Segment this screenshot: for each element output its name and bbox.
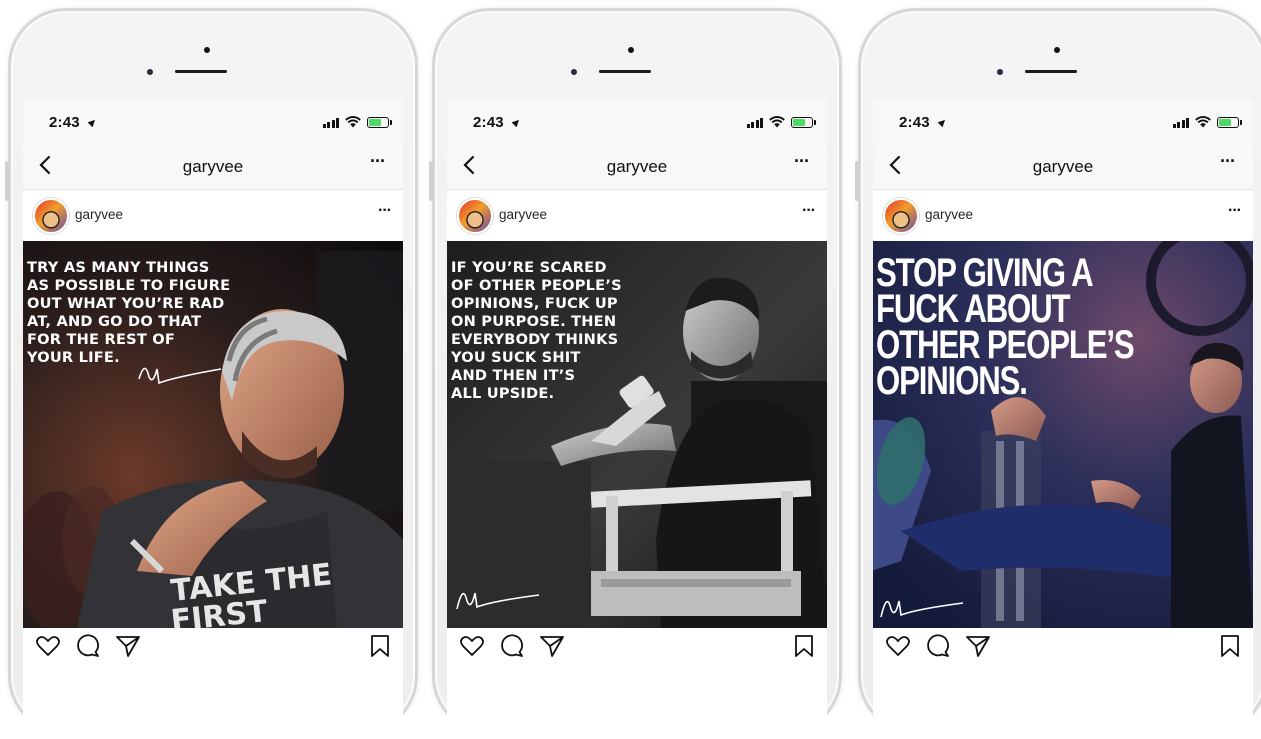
front-camera xyxy=(204,47,210,53)
battery-charging-icon xyxy=(367,116,392,128)
post-actions-bar xyxy=(23,629,403,673)
post-actions-bar xyxy=(447,629,827,673)
comment-icon[interactable] xyxy=(75,633,101,659)
post-header: garyvee ··· xyxy=(447,190,827,241)
avatar[interactable] xyxy=(457,198,493,234)
post-image[interactable]: STOP GIVING A FUCK ABOUT OTHER PEOPLE’S … xyxy=(873,241,1253,628)
proximity-sensor xyxy=(571,69,577,75)
comment-icon[interactable] xyxy=(925,633,951,659)
status-bar: 2:43 ▲ xyxy=(447,99,827,145)
navigation-bar: garyvee ··· xyxy=(873,145,1253,190)
earpiece-speaker xyxy=(599,70,651,73)
cellular-signal-icon xyxy=(1172,117,1189,128)
earpiece-speaker xyxy=(1025,70,1077,73)
status-time: 2:43 xyxy=(899,114,930,131)
earpiece-speaker xyxy=(175,70,227,73)
phone-screen: 2:43 ▲ garyvee ··· garyvee ··· xyxy=(873,99,1253,739)
comment-icon[interactable] xyxy=(499,633,525,659)
side-button xyxy=(429,161,433,201)
post-username[interactable]: garyvee xyxy=(75,207,123,222)
status-time: 2:43 xyxy=(473,114,504,131)
more-horizontal-icon[interactable]: ··· xyxy=(1220,151,1236,172)
paper-plane-icon[interactable] xyxy=(965,633,991,659)
bookmark-icon[interactable] xyxy=(369,633,391,659)
post-actions-bar xyxy=(873,629,1253,673)
status-bar: 2:43 ▲ xyxy=(873,99,1253,145)
wifi-icon xyxy=(345,116,361,128)
battery-charging-icon xyxy=(1217,116,1242,128)
wifi-icon xyxy=(1195,116,1211,128)
more-horizontal-icon[interactable]: ··· xyxy=(378,202,392,220)
more-horizontal-icon[interactable]: ··· xyxy=(794,151,810,172)
post-caption: STOP GIVING A FUCK ABOUT OTHER PEOPLE’S … xyxy=(876,251,1135,403)
avatar[interactable] xyxy=(33,198,69,234)
battery-charging-icon xyxy=(791,116,816,128)
more-horizontal-icon[interactable]: ··· xyxy=(802,202,816,220)
avatar[interactable] xyxy=(883,198,919,234)
front-camera xyxy=(628,47,634,53)
navigation-bar: garyvee ··· xyxy=(447,145,827,190)
proximity-sensor xyxy=(147,69,153,75)
phone-mockup-2: 2:43 ▲ garyvee ··· garyvee ··· IF YOU’RE… xyxy=(429,8,842,739)
nav-title: garyvee xyxy=(1032,157,1094,176)
wifi-icon xyxy=(769,116,785,128)
phone-mockup-3: 2:43 ▲ garyvee ··· garyvee ··· STOP GIVI… xyxy=(855,8,1261,739)
location-arrow-icon: ▲ xyxy=(933,112,953,132)
status-time: 2:43 xyxy=(49,114,80,131)
phone-screen: 2:43 ▲ garyvee ··· garyvee ··· xyxy=(23,99,403,739)
cellular-signal-icon xyxy=(322,117,339,128)
post-header: garyvee ··· xyxy=(23,190,403,241)
location-arrow-icon: ▲ xyxy=(83,112,103,132)
navigation-bar: garyvee ··· xyxy=(23,145,403,190)
post-username[interactable]: garyvee xyxy=(499,207,547,222)
more-horizontal-icon[interactable]: ··· xyxy=(1228,202,1242,220)
front-camera xyxy=(1054,47,1060,53)
more-horizontal-icon[interactable]: ··· xyxy=(370,151,386,172)
phone-mockup-1: 2:43 ▲ garyvee ··· garyvee ··· TAKE THE … xyxy=(5,8,418,739)
cellular-signal-icon xyxy=(746,117,763,128)
post-image[interactable]: TAKE THE FIRST TRY AS MANY THINGS AS POS… xyxy=(23,241,403,628)
location-arrow-icon: ▲ xyxy=(507,112,527,132)
nav-title: garyvee xyxy=(182,157,244,176)
side-button xyxy=(5,161,9,201)
status-bar: 2:43 ▲ xyxy=(23,99,403,145)
paper-plane-icon[interactable] xyxy=(539,633,565,659)
post-username[interactable]: garyvee xyxy=(925,207,973,222)
proximity-sensor xyxy=(997,69,1003,75)
signature-mark xyxy=(138,367,222,385)
signature-mark xyxy=(456,592,540,610)
paper-plane-icon[interactable] xyxy=(115,633,141,659)
heart-icon[interactable] xyxy=(885,633,911,659)
heart-icon[interactable] xyxy=(35,633,61,659)
nav-title: garyvee xyxy=(606,157,668,176)
post-header: garyvee ··· xyxy=(873,190,1253,241)
bookmark-icon[interactable] xyxy=(1219,633,1241,659)
bookmark-icon[interactable] xyxy=(793,633,815,659)
heart-icon[interactable] xyxy=(459,633,485,659)
phone-screen: 2:43 ▲ garyvee ··· garyvee ··· xyxy=(447,99,827,739)
side-button xyxy=(855,161,859,201)
signature-mark xyxy=(880,600,964,618)
post-caption: IF YOU’RE SCARED OF OTHER PEOPLE’S OPINI… xyxy=(451,259,622,402)
post-image[interactable]: IF YOU’RE SCARED OF OTHER PEOPLE’S OPINI… xyxy=(447,241,827,628)
